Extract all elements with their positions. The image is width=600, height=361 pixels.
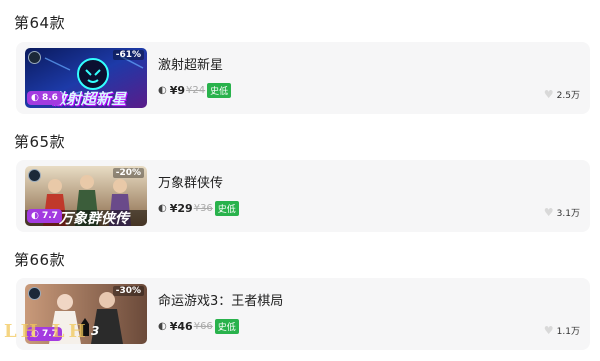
section-title: 第65款 bbox=[14, 133, 66, 151]
heart-icon: ♥ bbox=[543, 88, 554, 101]
like-value: 2.5万 bbox=[556, 91, 580, 101]
score-value: 7.7 bbox=[42, 211, 58, 221]
game-card[interactable]: -30% 3 ◐ 7.7 命运游戏3：王者棋局 ◐ ¥46 ¥66 史低 ♥ 1… bbox=[16, 278, 590, 350]
game-name[interactable]: 激射超新星 bbox=[158, 54, 223, 73]
game-card[interactable]: -20% 万象群侠传 ◐ 7.7 万象群侠传 ◐ ¥29 ¥36 史低 ♥ 3.… bbox=[16, 160, 590, 232]
historical-low-tag: 史低 bbox=[214, 318, 239, 334]
steam-icon: ◐ bbox=[158, 202, 167, 214]
price-row: ◐ ¥29 ¥36 史低 bbox=[158, 200, 239, 216]
heart-icon: ♥ bbox=[543, 206, 554, 219]
steam-icon bbox=[28, 287, 41, 300]
cover-title: 万象群侠传 bbox=[59, 211, 129, 226]
discount-badge: -61% bbox=[112, 50, 144, 60]
original-price: ¥66 bbox=[193, 320, 213, 332]
score-badge: ◐ 7.7 bbox=[27, 209, 62, 223]
steam-icon bbox=[28, 169, 41, 182]
watermark-logo: LH LH bbox=[4, 321, 90, 342]
price-row: ◐ ¥9 ¥24 史低 bbox=[158, 82, 232, 98]
current-price: ¥29 bbox=[169, 201, 193, 215]
cover-title: 激射超新星 bbox=[51, 90, 127, 108]
game-cover[interactable]: -20% 万象群侠传 ◐ 7.7 bbox=[25, 166, 147, 226]
like-value: 3.1万 bbox=[556, 209, 580, 219]
game-name[interactable]: 命运游戏3：王者棋局 bbox=[158, 290, 283, 309]
current-price: ¥46 bbox=[169, 319, 193, 333]
like-count[interactable]: ♥ 1.1万 bbox=[544, 324, 580, 337]
historical-low-tag: 史低 bbox=[207, 82, 232, 98]
historical-low-tag: 史低 bbox=[214, 200, 239, 216]
like-count[interactable]: ♥ 3.1万 bbox=[544, 206, 580, 219]
steam-icon: ◐ bbox=[158, 320, 167, 332]
steam-icon bbox=[28, 51, 41, 64]
price-row: ◐ ¥46 ¥66 史低 bbox=[158, 318, 239, 334]
score-badge: ◐ 8.6 bbox=[27, 91, 62, 105]
game-name[interactable]: 万象群侠传 bbox=[158, 172, 223, 191]
steam-icon: ◐ bbox=[31, 93, 39, 103]
like-value: 1.1万 bbox=[556, 327, 580, 337]
game-cover[interactable]: -61% 激射超新星 ◐ 8.6 bbox=[25, 48, 147, 108]
discount-badge: -20% bbox=[112, 168, 144, 178]
steam-icon: ◐ bbox=[158, 84, 167, 96]
score-value: 8.6 bbox=[42, 93, 58, 103]
discount-badge: -30% bbox=[112, 286, 144, 296]
current-price: ¥9 bbox=[169, 83, 186, 97]
original-price: ¥24 bbox=[186, 84, 206, 96]
heart-icon: ♥ bbox=[543, 324, 554, 337]
original-price: ¥36 bbox=[193, 202, 213, 214]
cover-title: 3 bbox=[91, 324, 100, 338]
game-card[interactable]: -61% 激射超新星 ◐ 8.6 激射超新星 ◐ ¥9 ¥24 史低 ♥ 2.5… bbox=[16, 42, 590, 114]
steam-icon: ◐ bbox=[31, 211, 39, 221]
section-title: 第64款 bbox=[14, 14, 66, 32]
section-title: 第66款 bbox=[14, 251, 66, 269]
like-count[interactable]: ♥ 2.5万 bbox=[544, 88, 580, 101]
